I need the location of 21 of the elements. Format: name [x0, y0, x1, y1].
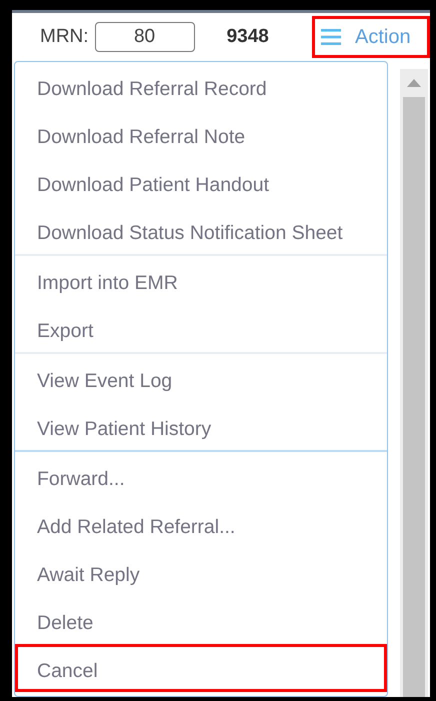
menu-item[interactable]: Download Patient Handout [15, 158, 387, 206]
mrn-label: MRN: [40, 26, 89, 48]
menu-item[interactable]: Cancel [15, 644, 387, 692]
referral-number: 9348 [226, 26, 269, 48]
menu-item[interactable]: Download Referral Record [15, 62, 387, 110]
mrn-field[interactable]: 80 [94, 22, 195, 52]
menu-item[interactable]: Delete [15, 596, 387, 644]
menu-item[interactable]: Export [15, 304, 387, 352]
scrollbar-thumb[interactable] [403, 97, 425, 697]
action-button[interactable]: Action [312, 16, 430, 58]
menu-icon [321, 29, 341, 45]
menu-item[interactable]: Forward... [15, 452, 387, 500]
scrollbar[interactable] [400, 69, 428, 697]
menu-item[interactable]: View Event Log [15, 354, 387, 402]
menu-item[interactable]: Add Related Referral... [15, 500, 387, 548]
menu-item[interactable]: Import into EMR [15, 256, 387, 304]
menu-item[interactable]: Download Status Notification Sheet [15, 206, 387, 254]
menu-item[interactable]: Await Reply [15, 548, 387, 596]
menu-item[interactable]: View Patient History [15, 402, 387, 450]
menu-item[interactable]: Download Referral Note [15, 110, 387, 158]
scroll-up-icon[interactable] [407, 79, 421, 87]
